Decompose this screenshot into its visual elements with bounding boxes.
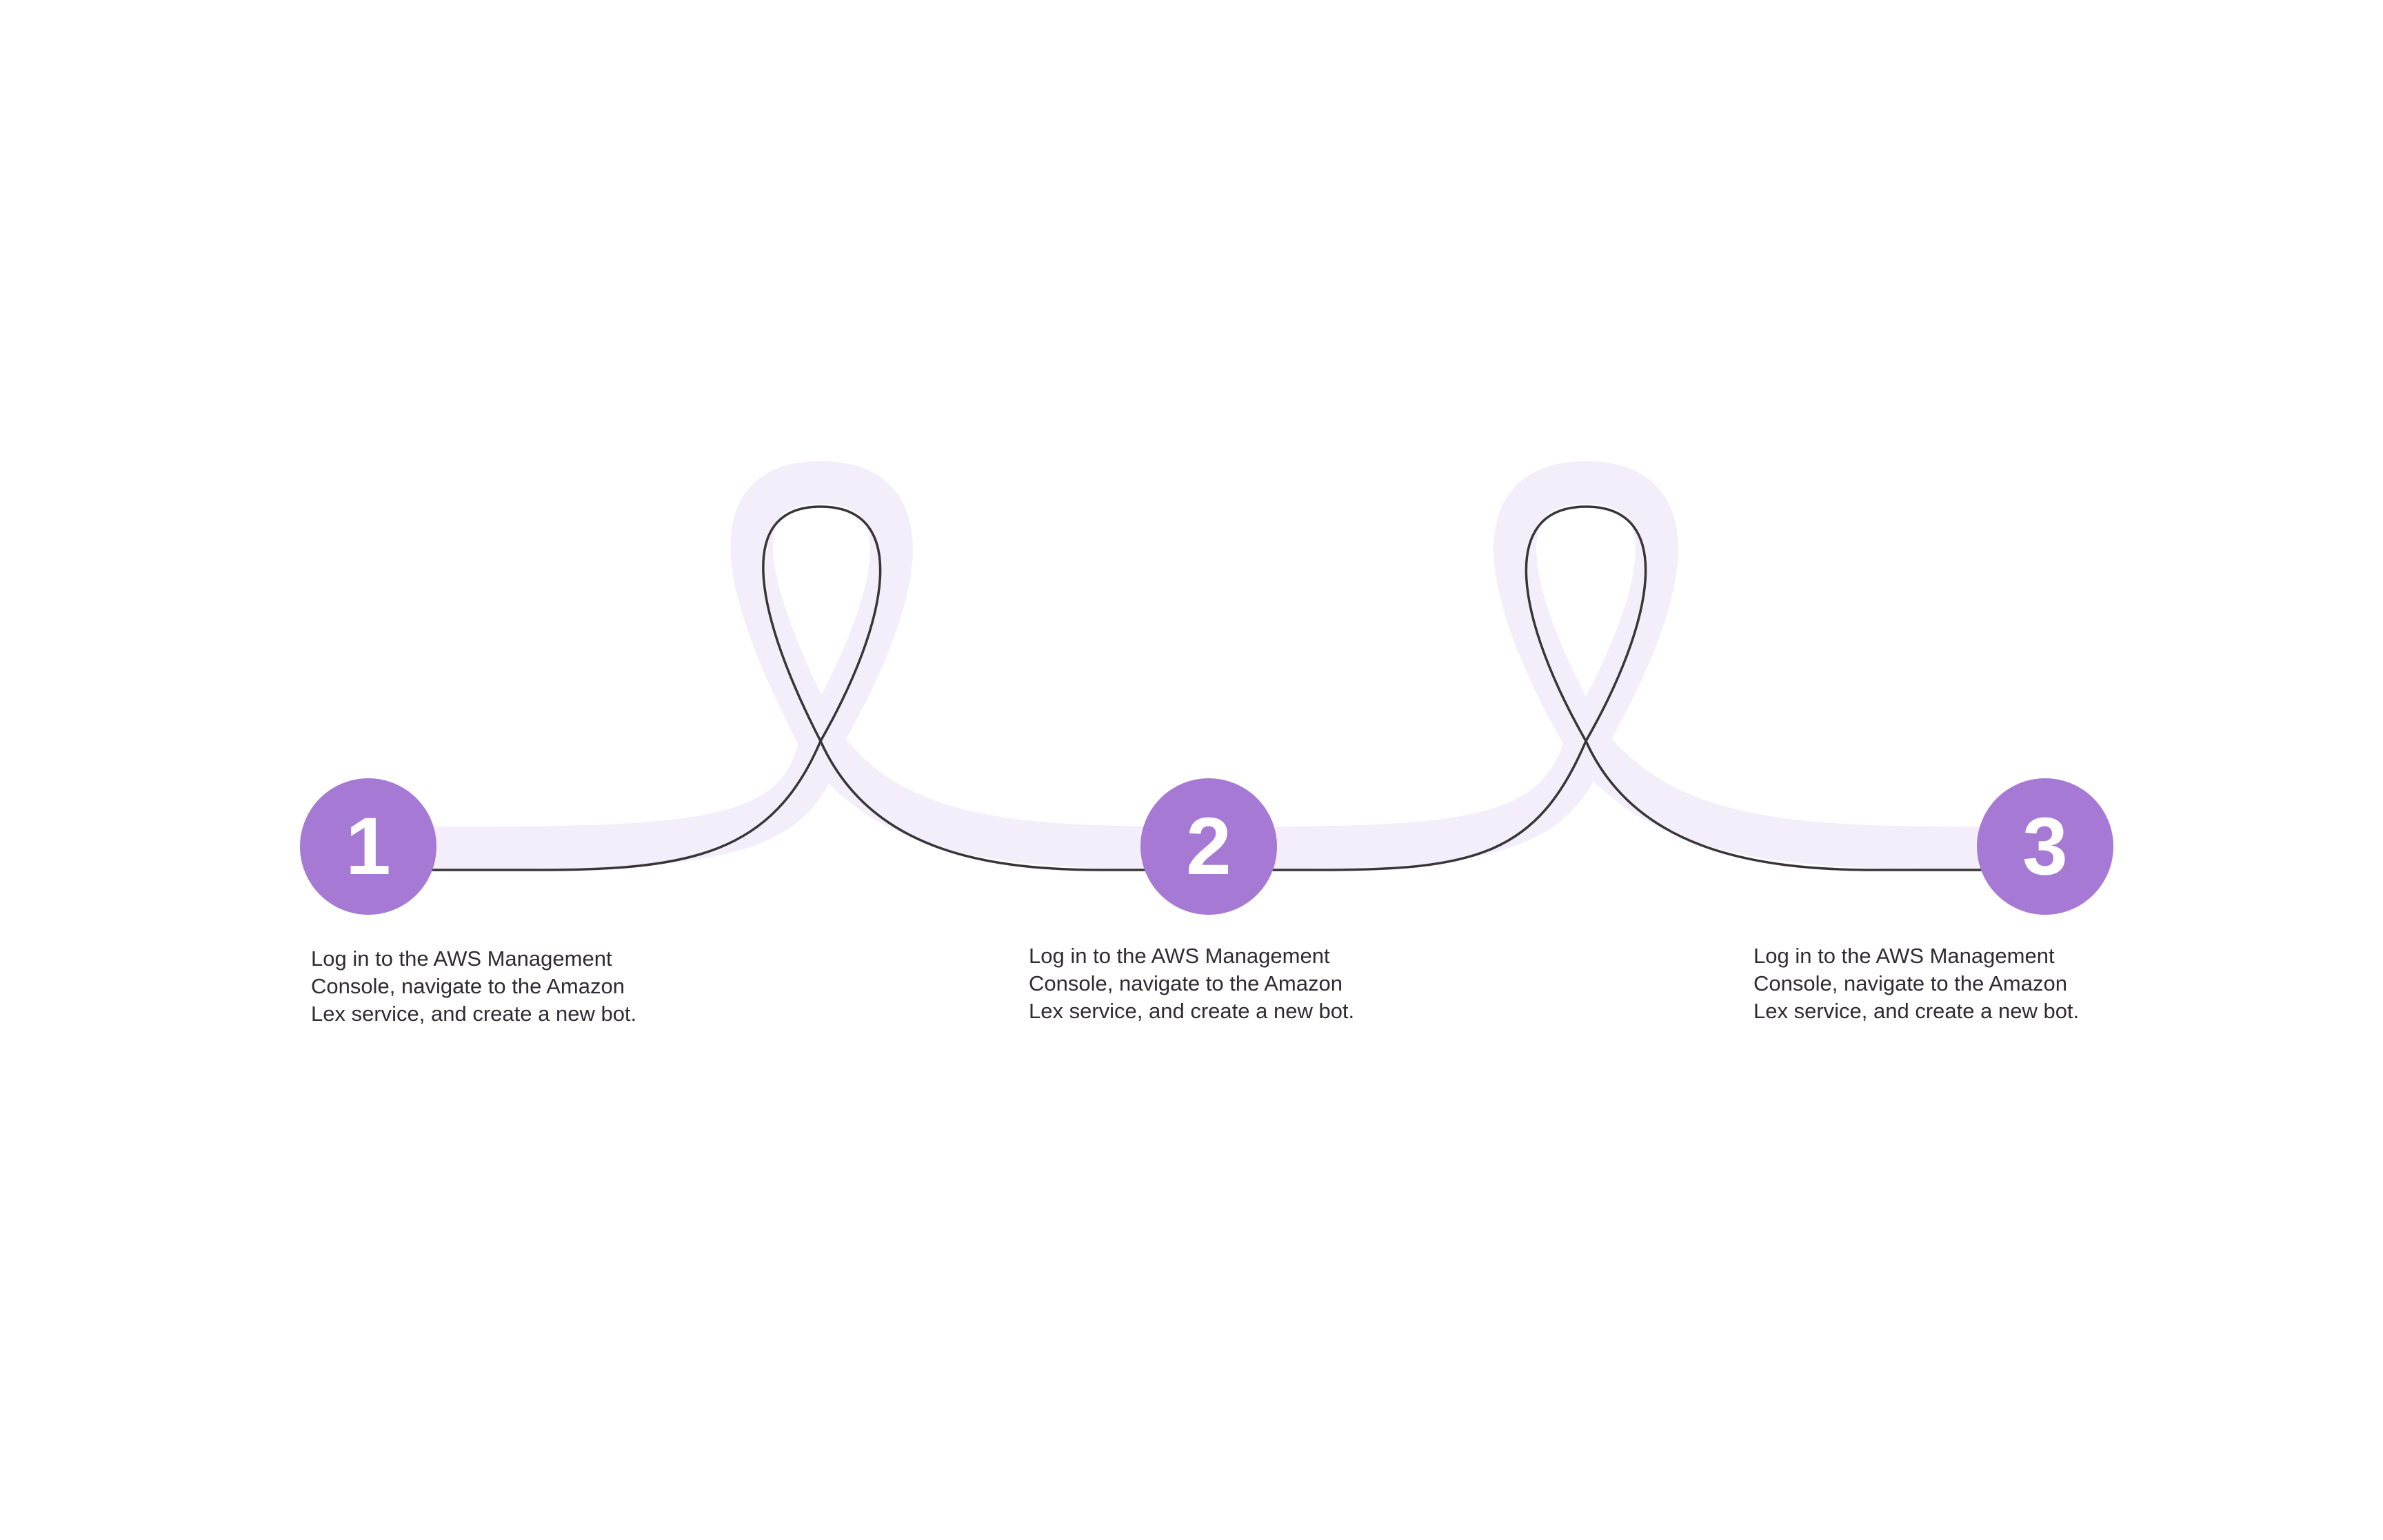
flow-diagram bbox=[406, 461, 2021, 871]
step-2-line-1: Log in to the AWS Management bbox=[1029, 944, 1330, 968]
step-3-line-3: Lex service, and create a new bot. bbox=[1753, 999, 2080, 1023]
step-2-line-2: Console, navigate to the Amazon bbox=[1029, 971, 1343, 995]
step-2-description: Log in to the AWS Management Console, na… bbox=[1029, 942, 1415, 1025]
step-3-line-1: Log in to the AWS Management bbox=[1753, 944, 2055, 968]
step-1-description: Log in to the AWS Management Console, na… bbox=[311, 945, 697, 1028]
step-1-circle: 1 bbox=[300, 778, 436, 915]
step-1-line-2: Console, navigate to the Amazon bbox=[311, 974, 625, 998]
step-1-line-1: Log in to the AWS Management bbox=[311, 946, 612, 971]
step-2-number: 2 bbox=[1186, 801, 1231, 892]
step-3-description: Log in to the AWS Management Console, na… bbox=[1753, 942, 2140, 1025]
step-2-circle: 2 bbox=[1140, 778, 1277, 915]
step-1-line-3: Lex service, and create a new bot. bbox=[311, 1002, 637, 1026]
step-1-number: 1 bbox=[345, 801, 391, 892]
step-3-circle: 3 bbox=[1977, 778, 2113, 915]
step-3-number: 3 bbox=[2022, 801, 2068, 892]
step-2-line-3: Lex service, and create a new bot. bbox=[1029, 999, 1355, 1023]
step-3-line-2: Console, navigate to the Amazon bbox=[1753, 971, 2067, 995]
